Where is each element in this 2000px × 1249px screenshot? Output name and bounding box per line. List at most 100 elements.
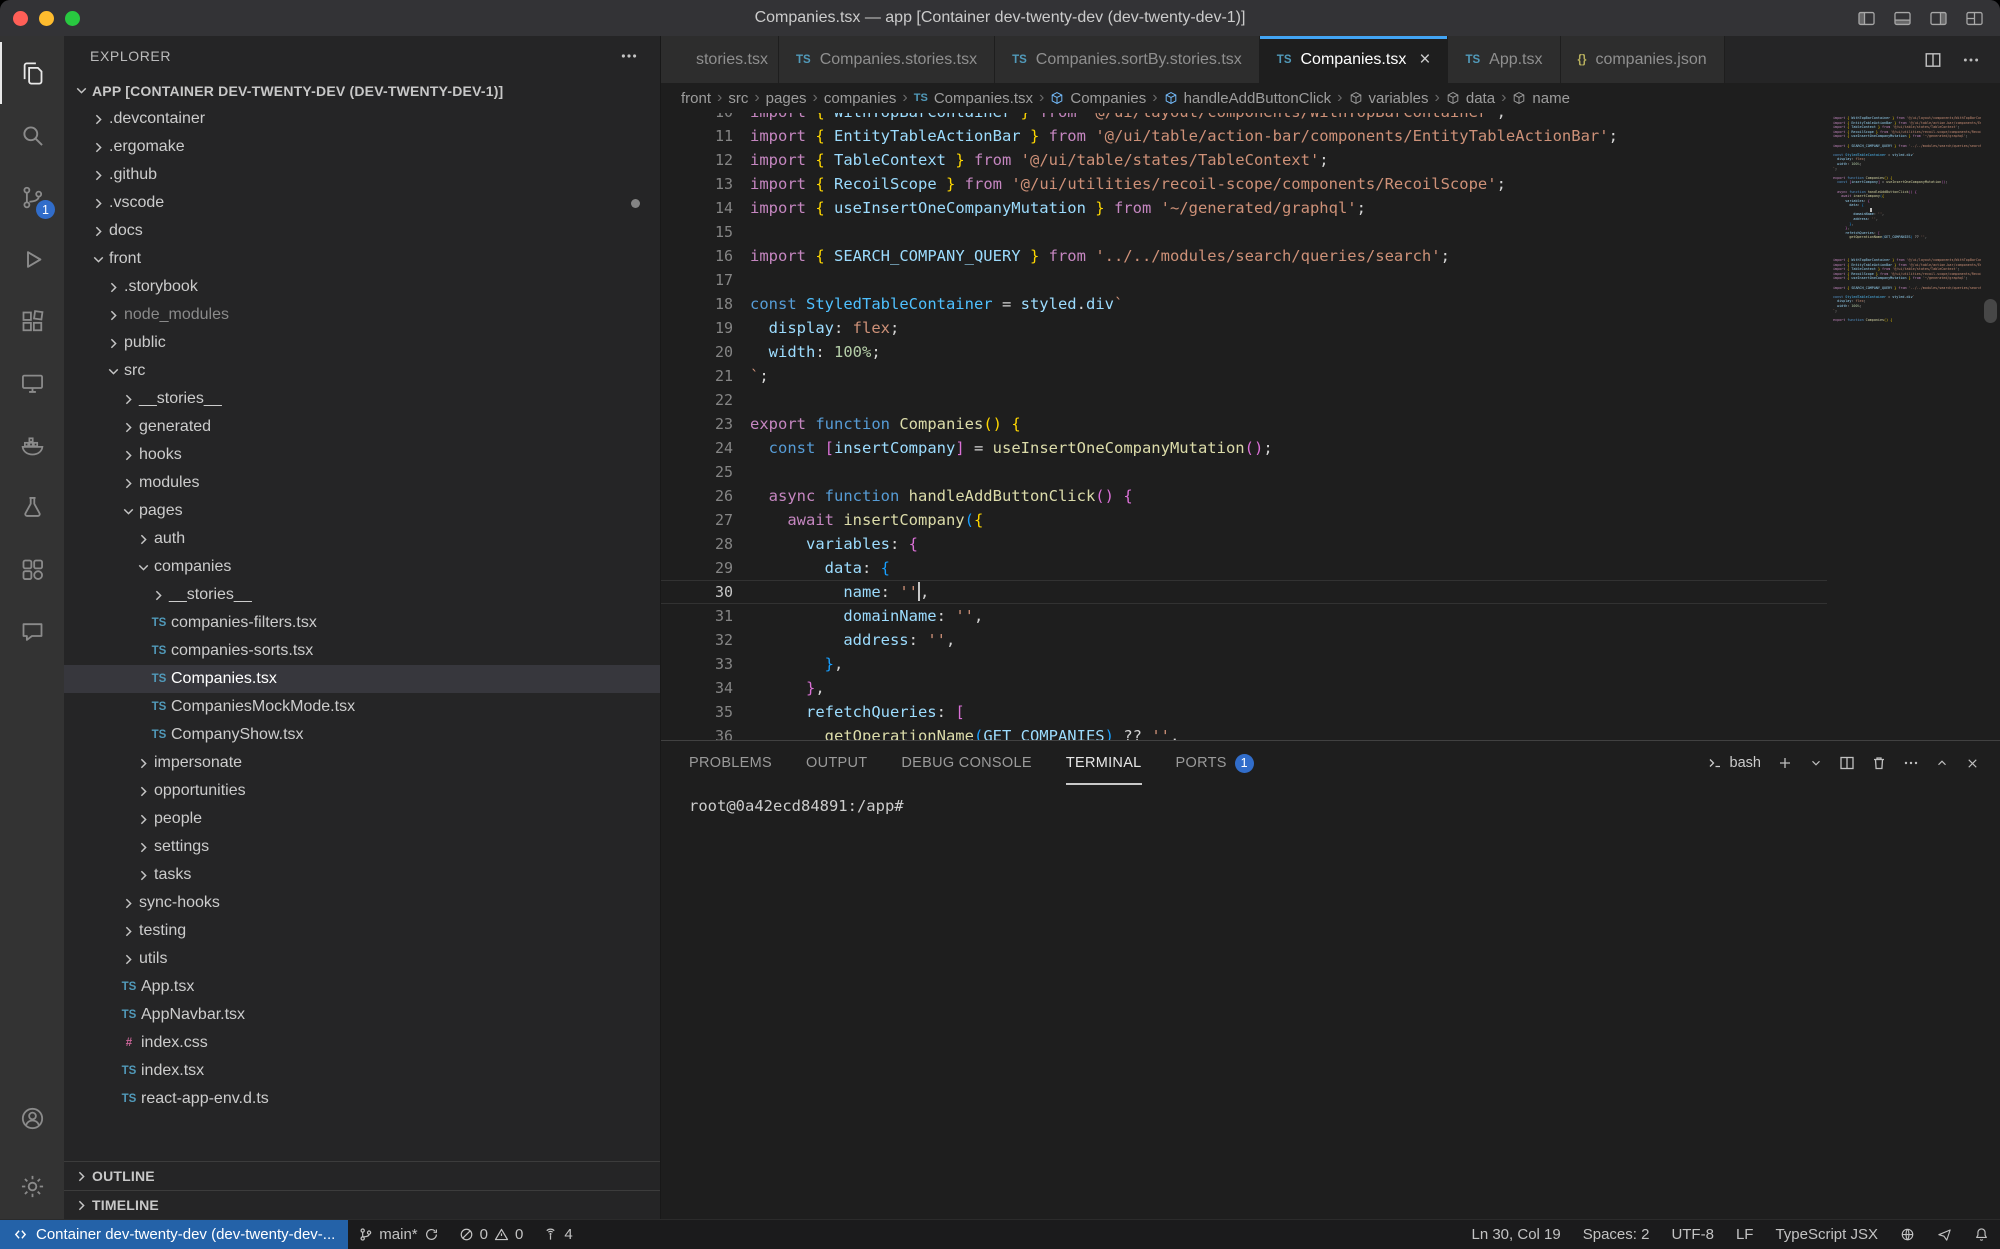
panel-tab-terminal[interactable]: TERMINAL (1066, 741, 1142, 785)
code-line-33[interactable]: 33 }, (661, 652, 1827, 676)
tree-folder-utils[interactable]: utils (64, 945, 660, 973)
terminal-output[interactable]: root@0a42ecd84891:/app# (661, 785, 2000, 815)
scrollbar-thumb[interactable] (1984, 299, 1997, 323)
eol-status[interactable]: LF (1725, 1220, 1765, 1249)
code-line-22[interactable]: 22 (661, 388, 1827, 412)
tree-folder-docs[interactable]: docs (64, 217, 660, 245)
extensions-icon[interactable] (0, 290, 64, 352)
tree-folder-.github[interactable]: .github (64, 161, 660, 189)
tab-companies.json[interactable]: {}companies.json (1561, 36, 1725, 83)
tree-file-react-app-env.d.ts[interactable]: TSreact-app-env.d.ts (64, 1085, 660, 1113)
search-icon[interactable] (0, 104, 64, 166)
tree-folder-pages[interactable]: pages (64, 497, 660, 525)
tree-folder-hooks[interactable]: hooks (64, 441, 660, 469)
code-line-28[interactable]: 28 variables: { (661, 532, 1827, 556)
code-line-11[interactable]: 11import { EntityTableActionBar } from '… (661, 124, 1827, 148)
terminal-shell-selector[interactable]: bash (1707, 755, 1761, 771)
split-terminal-icon[interactable] (1839, 755, 1855, 771)
testing-icon[interactable] (0, 476, 64, 538)
tree-file-index.css[interactable]: #index.css (64, 1029, 660, 1057)
workspace-section-header[interactable]: APP [CONTAINER DEV-TWENTY-DEV (DEV-TWENT… (64, 76, 660, 105)
accounts-icon[interactable] (0, 1087, 64, 1149)
code-line-34[interactable]: 34 }, (661, 676, 1827, 700)
code-editor[interactable]: 10import { WithTopBarContainer } from '@… (661, 113, 2000, 740)
tree-file-AppNavbar.tsx[interactable]: TSAppNavbar.tsx (64, 1001, 660, 1029)
editor-scrollbar[interactable] (1981, 113, 2000, 740)
code-line-12[interactable]: 12import { TableContext } from '@/ui/tab… (661, 148, 1827, 172)
tree-folder-auth[interactable]: auth (64, 525, 660, 553)
tree-folder-modules[interactable]: modules (64, 469, 660, 497)
panel-tab-problems[interactable]: PROBLEMS (689, 741, 772, 785)
breadcrumb-item-src[interactable]: src (728, 90, 748, 107)
code-line-17[interactable]: 17 (661, 268, 1827, 292)
tree-folder-src[interactable]: src (64, 357, 660, 385)
zoom-window-button[interactable] (65, 11, 80, 26)
explorer-more-actions-icon[interactable] (620, 47, 638, 65)
explorer-icon[interactable] (0, 42, 64, 104)
tree-folder-node_modules[interactable]: node_modules (64, 301, 660, 329)
source-control-icon[interactable]: 1 (0, 166, 64, 228)
close-tab-icon[interactable]: × (1419, 50, 1430, 69)
tree-folder-impersonate[interactable]: impersonate (64, 749, 660, 777)
language-status-icon[interactable] (1889, 1220, 1926, 1249)
tree-folder-.storybook[interactable]: .storybook (64, 273, 660, 301)
customize-layout-icon[interactable] (1965, 9, 1984, 28)
panel-tab-debug-console[interactable]: DEBUG CONSOLE (901, 741, 1031, 785)
tab-Companies.stories.tsx[interactable]: TSCompanies.stories.tsx (779, 36, 995, 83)
tree-folder-generated[interactable]: generated (64, 413, 660, 441)
tree-file-index.tsx[interactable]: TSindex.tsx (64, 1057, 660, 1085)
code-line-23[interactable]: 23export function Companies() { (661, 412, 1827, 436)
tree-file-companies-filters.tsx[interactable]: TScompanies-filters.tsx (64, 609, 660, 637)
cursor-position-status[interactable]: Ln 30, Col 19 (1460, 1220, 1571, 1249)
language-mode-status[interactable]: TypeScript JSX (1764, 1220, 1889, 1249)
tree-folder-public[interactable]: public (64, 329, 660, 357)
split-editor-icon[interactable] (1924, 51, 1942, 69)
timeline-section-header[interactable]: TIMELINE (64, 1190, 660, 1219)
tree-folder-tasks[interactable]: tasks (64, 861, 660, 889)
indentation-status[interactable]: Spaces: 2 (1572, 1220, 1661, 1249)
tree-file-CompaniesMockMode.tsx[interactable]: TSCompaniesMockMode.tsx (64, 693, 660, 721)
tab-stories.tsx[interactable]: stories.tsx (661, 36, 779, 83)
minimap[interactable]: import { WithTopBarContainer } from '@/u… (1827, 113, 1981, 740)
code-line-36[interactable]: 36 getOperationName(GET_COMPANIES) ?? ''… (661, 724, 1827, 740)
tab-App.tsx[interactable]: TSApp.tsx (1448, 36, 1560, 83)
code-line-27[interactable]: 27 await insertCompany({ (661, 508, 1827, 532)
breadcrumb-item-front[interactable]: front (681, 90, 711, 107)
code-line-31[interactable]: 31 domainName: '', (661, 604, 1827, 628)
tree-folder-companies[interactable]: companies (64, 553, 660, 581)
code-line-16[interactable]: 16import { SEARCH_COMPANY_QUERY } from '… (661, 244, 1827, 268)
tree-file-Companies.tsx[interactable]: TSCompanies.tsx (64, 665, 660, 693)
code-line-35[interactable]: 35 refetchQueries: [ (661, 700, 1827, 724)
tree-file-companies-sorts.tsx[interactable]: TScompanies-sorts.tsx (64, 637, 660, 665)
tree-folder-settings[interactable]: settings (64, 833, 660, 861)
run-debug-icon[interactable] (0, 228, 64, 290)
breadcrumb-item-Companies.tsx[interactable]: TSCompanies.tsx (914, 90, 1033, 107)
tab-Companies.tsx[interactable]: TSCompanies.tsx× (1260, 36, 1449, 83)
remote-explorer-icon[interactable] (0, 352, 64, 414)
outline-section-header[interactable]: OUTLINE (64, 1161, 660, 1190)
code-line-30[interactable]: 30 name: '', (661, 580, 1827, 604)
breadcrumb-item-pages[interactable]: pages (766, 90, 807, 107)
code-line-19[interactable]: 19 display: flex; (661, 316, 1827, 340)
tree-folder-sync-hooks[interactable]: sync-hooks (64, 889, 660, 917)
tab-Companies.sortBy.stories.tsx[interactable]: TSCompanies.sortBy.stories.tsx (995, 36, 1260, 83)
toggle-secondary-sidebar-icon[interactable] (1929, 9, 1948, 28)
breadcrumb-item-Companies[interactable]: Companies (1050, 90, 1146, 107)
tree-folder-testing[interactable]: testing (64, 917, 660, 945)
forwarded-ports-status[interactable]: 4 (533, 1220, 582, 1249)
panel-tab-ports[interactable]: PORTS1 (1176, 741, 1254, 785)
notifications-bell-icon[interactable] (1963, 1220, 2000, 1249)
panel-tab-output[interactable]: OUTPUT (806, 741, 867, 785)
code-line-29[interactable]: 29 data: { (661, 556, 1827, 580)
chat-icon[interactable] (0, 600, 64, 662)
code-line-25[interactable]: 25 (661, 460, 1827, 484)
breadcrumb-item-handleAddButtonClick[interactable]: handleAddButtonClick (1164, 90, 1332, 107)
close-window-button[interactable] (13, 11, 28, 26)
tree-folder-.vscode[interactable]: .vscode (64, 189, 660, 217)
code-line-20[interactable]: 20 width: 100%; (661, 340, 1827, 364)
code-line-21[interactable]: 21`; (661, 364, 1827, 388)
remote-indicator[interactable]: Container dev-twenty-dev (dev-twenty-dev… (0, 1220, 348, 1249)
terminal-dropdown-icon[interactable] (1809, 756, 1823, 770)
code-line-14[interactable]: 14import { useInsertOneCompanyMutation }… (661, 196, 1827, 220)
docker-icon[interactable] (0, 414, 64, 476)
